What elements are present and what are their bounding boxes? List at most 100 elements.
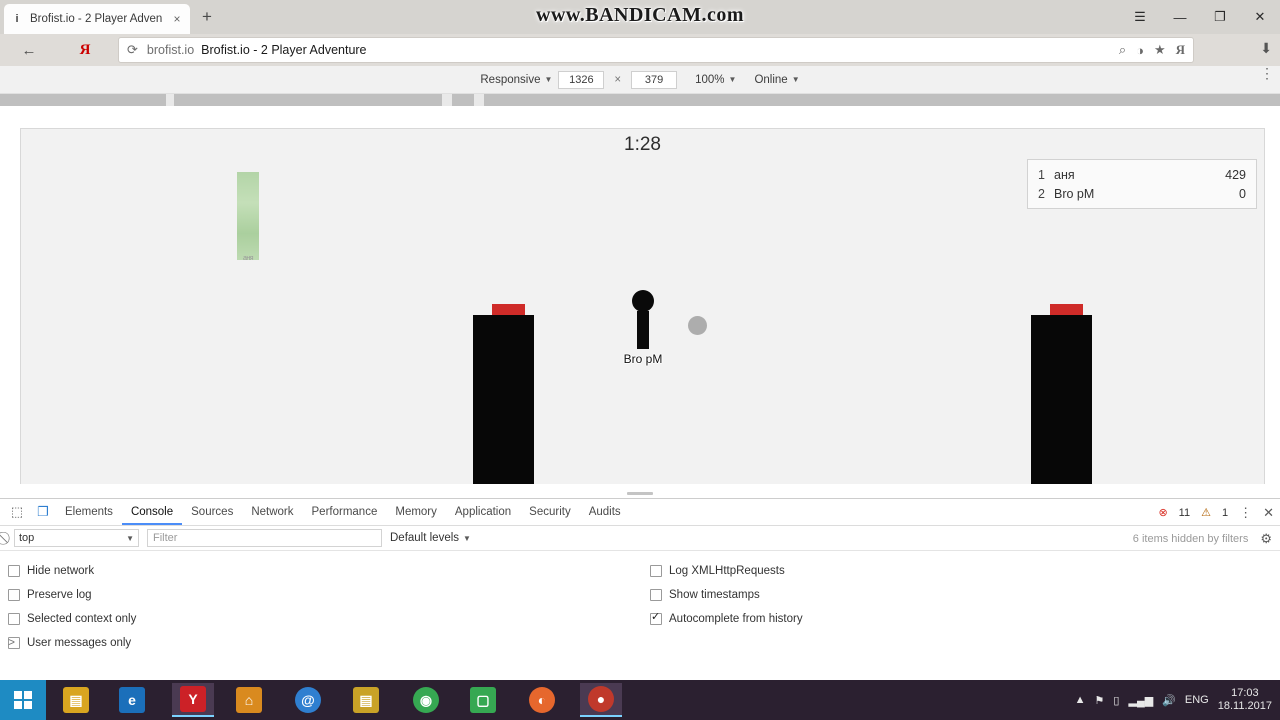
maximize-icon[interactable]: ❐ bbox=[1200, 0, 1240, 34]
devtools-status: ⊗ 11 ⚠ 1 ⋮ ✕ bbox=[1158, 499, 1274, 526]
chrome-icon: ◉ bbox=[413, 687, 439, 713]
console-filter-input[interactable]: Filter bbox=[147, 529, 382, 547]
viewport-width-input[interactable]: 1326 bbox=[558, 70, 605, 89]
left-pillar bbox=[473, 315, 534, 484]
execution-context-select[interactable]: top ▼ bbox=[14, 529, 139, 547]
error-icon[interactable]: ⊗ bbox=[1158, 506, 1167, 519]
taskbar-item-folder[interactable]: ▤ bbox=[346, 683, 386, 717]
tab-elements[interactable]: Elements bbox=[56, 499, 122, 525]
start-button[interactable] bbox=[0, 680, 46, 720]
scroll-seg-1 bbox=[0, 94, 166, 106]
reload-icon[interactable]: ⟳ bbox=[127, 42, 138, 58]
device-select[interactable]: Responsive ▼ bbox=[480, 74, 552, 86]
tab-memory[interactable]: Memory bbox=[386, 499, 446, 525]
execution-context-value: top bbox=[19, 532, 35, 544]
game-ball bbox=[688, 316, 707, 335]
tray-battery-icon[interactable]: ▯ bbox=[1113, 694, 1119, 707]
viewport-scroll-strip[interactable] bbox=[0, 94, 1280, 106]
taskbar-item-yandex-browser[interactable]: Y bbox=[172, 683, 214, 717]
bandicam-watermark: www.BANDICAM.com bbox=[536, 3, 744, 26]
download-icon[interactable]: ⬇ bbox=[1260, 40, 1272, 57]
checkbox-preserve-log[interactable] bbox=[8, 589, 20, 601]
tab-application[interactable]: Application bbox=[446, 499, 520, 525]
back-button[interactable]: ← bbox=[12, 34, 46, 66]
new-tab-button[interactable]: + bbox=[196, 7, 218, 29]
tray-network-icon[interactable]: ▂▄▆ bbox=[1128, 694, 1153, 707]
omnibox-actions: ⌕ ◑ ★ Я bbox=[1119, 42, 1185, 58]
browser-tab[interactable]: i Brofist.io - 2 Player Adven × bbox=[4, 4, 190, 34]
tray-volume-icon[interactable]: 🔊 bbox=[1162, 694, 1176, 707]
tray-date: 18.11.2017 bbox=[1217, 700, 1272, 712]
inspect-element-icon[interactable]: ⬚ bbox=[4, 499, 30, 525]
yandex-button[interactable]: Я bbox=[68, 34, 102, 66]
folder-icon: ▤ bbox=[353, 687, 379, 713]
throttling-select[interactable]: Online ▼ bbox=[754, 74, 799, 86]
option-log-xhr[interactable]: Log XMLHttpRequests bbox=[650, 559, 803, 583]
scoreboard-rank: 1 bbox=[1038, 167, 1045, 182]
address-bar[interactable]: ⟳ brofist.io Brofist.io - 2 Player Adven… bbox=[118, 37, 1194, 63]
option-autocomplete-history[interactable]: Autocomplete from history bbox=[650, 607, 803, 631]
tray-clock[interactable]: 17:03 18.11.2017 bbox=[1218, 687, 1272, 713]
scroll-seg-4 bbox=[484, 94, 1280, 106]
option-show-timestamps[interactable]: Show timestamps bbox=[650, 583, 803, 607]
taskbar-item-app-circle[interactable]: @ bbox=[288, 683, 328, 717]
extension-icon[interactable]: ◑ bbox=[1136, 43, 1144, 58]
warning-icon[interactable]: ⚠ bbox=[1201, 506, 1211, 519]
scoreboard-row: 1 аня 429 bbox=[1038, 165, 1246, 184]
tab-close-icon[interactable]: × bbox=[170, 12, 184, 26]
tray-language[interactable]: ENG bbox=[1185, 694, 1209, 706]
search-icon[interactable]: ⌕ bbox=[1119, 42, 1126, 58]
log-levels-select[interactable]: Default levels ▼ bbox=[390, 532, 471, 544]
taskbar-item-firefox[interactable]: ◐ bbox=[522, 683, 562, 717]
checkbox-show-timestamps[interactable] bbox=[650, 589, 662, 601]
devtools-more-icon[interactable]: ⋮ bbox=[1239, 505, 1252, 521]
game-canvas[interactable]: 1:28 1 аня 429 2 Bro pM 0 аня Bro pM bbox=[20, 128, 1265, 484]
option-hide-network[interactable]: Hide network bbox=[8, 559, 136, 583]
tab-audits[interactable]: Audits bbox=[580, 499, 630, 525]
minimize-icon[interactable]: — bbox=[1160, 0, 1200, 34]
close-icon[interactable]: ✕ bbox=[1240, 0, 1280, 34]
checkbox-selected-context-only[interactable] bbox=[8, 613, 20, 625]
hidden-items-note: 6 items hidden by filters bbox=[1132, 532, 1249, 545]
console-prompt[interactable]: > bbox=[8, 635, 15, 649]
scroll-seg-3 bbox=[452, 94, 474, 106]
taskbar-item-home[interactable]: ⌂ bbox=[229, 683, 269, 717]
console-settings-right-column: Log XMLHttpRequests Show timestamps Auto… bbox=[650, 559, 803, 631]
tray-chevron-icon[interactable]: ▲ bbox=[1075, 694, 1086, 706]
taskbar: ▤ e Y ⌂ @ ▤ ◉ ▢ ◐ ● ▲ ⚑ ▯ ▂▄▆ 🔊 ENG 17:0… bbox=[0, 680, 1280, 720]
viewport-height-input[interactable]: 379 bbox=[631, 70, 678, 89]
tab-performance[interactable]: Performance bbox=[303, 499, 387, 525]
checkbox-hide-network[interactable] bbox=[8, 565, 20, 577]
error-count: 11 bbox=[1178, 506, 1191, 519]
option-selected-context-only[interactable]: Selected context only bbox=[8, 607, 136, 631]
tab-network[interactable]: Network bbox=[242, 499, 302, 525]
device-toolbar-more-icon[interactable]: ⋮ bbox=[1260, 66, 1274, 80]
tab-sources[interactable]: Sources bbox=[182, 499, 242, 525]
taskbar-item-chrome[interactable]: ◉ bbox=[406, 683, 446, 717]
scroll-seg-2 bbox=[174, 94, 442, 106]
option-user-messages-only[interactable]: User messages only bbox=[8, 631, 136, 655]
tab-security[interactable]: Security bbox=[520, 499, 580, 525]
zoom-select[interactable]: 100% ▼ bbox=[695, 74, 736, 86]
checkbox-autocomplete-history[interactable] bbox=[650, 610, 662, 625]
taskbar-item-internet-explorer[interactable]: e bbox=[112, 683, 152, 717]
devtools-resize-handle[interactable] bbox=[0, 489, 1280, 498]
bookmark-star-icon[interactable]: ★ bbox=[1154, 42, 1166, 58]
gear-icon[interactable]: ⚙ bbox=[1260, 531, 1272, 547]
chevron-down-icon-levels: ▼ bbox=[463, 533, 471, 543]
taskbar-item-bandicam[interactable]: ● bbox=[580, 683, 622, 717]
taskbar-item-explorer[interactable]: ▤ bbox=[56, 683, 96, 717]
device-toolbar-icon[interactable]: ❐ bbox=[30, 499, 56, 525]
resize-grip bbox=[627, 492, 653, 495]
yandex-extension-icon[interactable]: Я bbox=[1176, 42, 1185, 58]
tray-time: 17:03 bbox=[1231, 687, 1259, 699]
devtools-close-icon[interactable]: ✕ bbox=[1263, 505, 1274, 521]
browser-menu-icon[interactable]: ☰ bbox=[1120, 0, 1160, 34]
right-pillar-top bbox=[1050, 304, 1083, 315]
scoreboard: 1 аня 429 2 Bro pM 0 bbox=[1027, 159, 1257, 209]
taskbar-item-store[interactable]: ▢ bbox=[463, 683, 503, 717]
option-preserve-log[interactable]: Preserve log bbox=[8, 583, 136, 607]
tray-flag-icon[interactable]: ⚑ bbox=[1095, 694, 1105, 707]
tab-console[interactable]: Console bbox=[121, 499, 183, 525]
checkbox-log-xhr[interactable] bbox=[650, 565, 662, 577]
